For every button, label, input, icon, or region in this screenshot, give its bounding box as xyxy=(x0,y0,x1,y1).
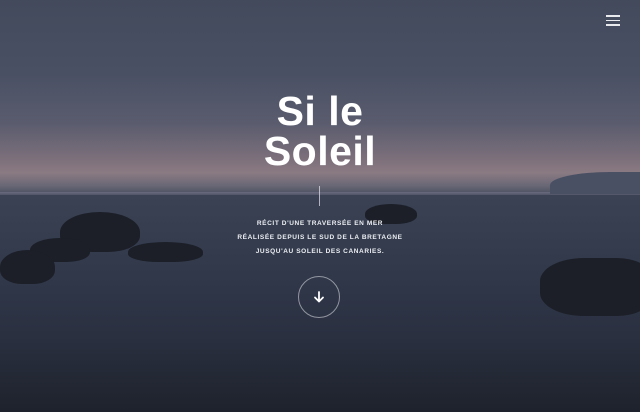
hero-background xyxy=(0,0,640,412)
hero-title-line2: Soleil xyxy=(263,128,377,174)
hero-subtitle-line2: RÉALISÉE DEPUIS LE SUD DE LA BRETAGNE xyxy=(237,234,403,241)
rock xyxy=(540,258,640,316)
arrow-down-icon xyxy=(314,291,324,303)
hero-subtitle-line1: RÉCIT D'UNE TRAVERSÉE EN MER xyxy=(256,220,384,227)
hero-subtitle-line3: JUSQU'AU SOLEIL DES CANARIES. xyxy=(255,248,385,255)
rock xyxy=(0,250,55,284)
divider xyxy=(319,186,320,206)
menu-icon[interactable] xyxy=(606,15,620,27)
headland xyxy=(550,172,640,194)
scroll-down-button[interactable] xyxy=(298,276,340,318)
